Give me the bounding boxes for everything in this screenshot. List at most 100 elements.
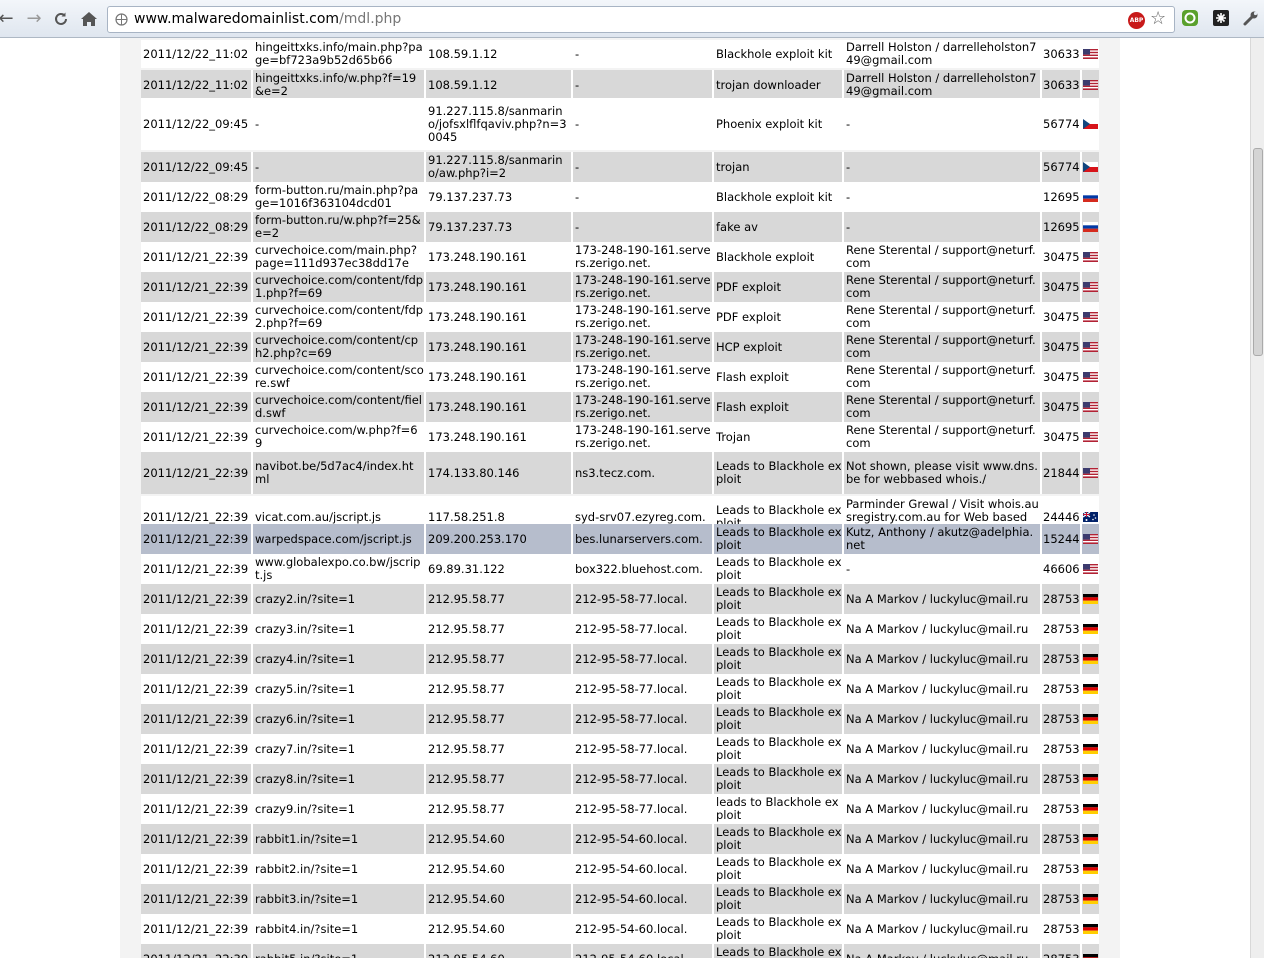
domain-cell: crazy3.in/?site=1 [253, 614, 426, 644]
registrant-cell-text: Na A Markov / luckyluc@mail.ru [846, 861, 1029, 876]
reverse-lookup-cell: box322.bluehost.com. [573, 554, 714, 584]
ip-cell-text: 212.95.54.60 [428, 952, 505, 958]
ip-cell: 212.95.58.77 [426, 704, 573, 734]
ip-cell-text: 212.95.58.77 [428, 771, 505, 786]
table-row: 2011/12/21_22:39 crazy5.in/?site=1 212.95.… [141, 674, 1099, 704]
scrollbar-thumb[interactable] [1253, 148, 1263, 356]
domain-cell: form-button.ru/w.php?f=25&e=2 [253, 212, 426, 242]
date-cell-text: 2011/12/22_11:02 [143, 46, 249, 61]
asn-cell-text: 30475 [1043, 429, 1080, 444]
address-bar[interactable]: www.malwaredomainlist.com/mdl.php ABP ☆ [107, 6, 1175, 33]
reverse-lookup-cell: 212-95-58-77.local. [573, 704, 714, 734]
url-path: /mdl.php [339, 11, 402, 27]
country-flag-icon [1082, 362, 1099, 392]
asn-cell-text: 46606 [1043, 561, 1080, 576]
description-cell: Leads to Blackhole exploit [714, 554, 844, 584]
description-cell: Trojan [714, 422, 844, 452]
country-flag-icon [1082, 302, 1099, 332]
vertical-scrollbar[interactable] [1250, 38, 1264, 958]
reverse-lookup-cell-text: - [575, 159, 580, 174]
reverse-lookup-cell: 173-248-190-161.servers.zerigo.net. [573, 422, 714, 452]
extension-puzzle-icon[interactable] [1211, 8, 1231, 28]
reverse-lookup-cell: 212-95-54-60.local. [573, 884, 714, 914]
reverse-lookup-cell-text: box322.bluehost.com. [575, 561, 703, 576]
domain-cell: warpedspace.com/jscript.js [253, 524, 426, 554]
registrant-cell-text: Rene Sterental / support@neturf.com [846, 333, 1036, 360]
asn-cell-text: 12695 [1043, 219, 1080, 234]
date-cell-text: 2011/12/21_22:39 [143, 651, 249, 666]
date-cell-text: 2011/12/21_22:39 [143, 891, 249, 906]
registrant-cell: Na A Markov / luckyluc@mail.ru [844, 914, 1042, 944]
ip-cell-text: 212.95.54.60 [428, 921, 505, 936]
ip-cell-text: 91.227.115.8/sanmarino/jofsxlflfqaviv.ph… [428, 103, 567, 144]
reverse-lookup-cell-text: 173-248-190-161.servers.zerigo.net. [575, 303, 711, 330]
description-cell-text: Leads to Blackhole exploit [716, 885, 842, 912]
table-row: 2011/12/21_22:39 rabbit5.in/?site=1 212.95… [141, 944, 1099, 958]
ip-cell-text: 108.59.1.12 [428, 46, 498, 61]
domain-cell-text: hingeittxks.info/main.php?page=bf723a9b5… [255, 40, 423, 67]
date-cell-text: 2011/12/22_08:29 [143, 189, 249, 204]
registrant-cell: Na A Markov / luckyluc@mail.ru [844, 884, 1042, 914]
domain-cell-text: curvechoice.com/main.php?page=111d937ec3… [255, 243, 417, 270]
description-cell: Leads to Blackhole exploit [714, 824, 844, 854]
registrant-cell: Na A Markov / luckyluc@mail.ru [844, 944, 1042, 958]
asn-cell-text: 30475 [1043, 249, 1080, 264]
asn-cell-text: 28753 [1043, 621, 1080, 636]
back-icon[interactable]: ← [0, 6, 18, 32]
registrant-cell: Kutz, Anthony / akutz@adelphia.net [844, 524, 1042, 554]
date-cell-text: 2011/12/21_22:39 [143, 249, 249, 264]
wrench-menu-icon[interactable] [1241, 8, 1261, 28]
domain-cell: crazy2.in/?site=1 [253, 584, 426, 614]
table-row: 2011/12/22_08:29 form-button.ru/main.php?… [141, 182, 1099, 212]
date-cell: 2011/12/21_22:39 [141, 302, 253, 332]
ip-cell-text: 69.89.31.122 [428, 561, 505, 576]
domain-cell-text: form-button.ru/w.php?f=25&e=2 [255, 213, 421, 240]
asn-cell: 56774 [1042, 152, 1082, 182]
bookmark-star-icon[interactable]: ☆ [1150, 8, 1166, 29]
date-cell: 2011/12/21_22:39 [141, 824, 253, 854]
ip-cell: 173.248.190.161 [426, 362, 573, 392]
registrant-cell-text: Na A Markov / luckyluc@mail.ru [846, 952, 1028, 958]
ip-cell: 212.95.58.77 [426, 614, 573, 644]
table-row: 2011/12/21_22:39 curvechoice.com/content/… [141, 302, 1099, 332]
url-text: www.malwaredomainlist.com/mdl.php [134, 7, 401, 32]
ip-cell-text: 212.95.58.77 [428, 651, 505, 666]
table-row: 2011/12/21_22:39 crazy8.in/?site=1 212.95.… [141, 764, 1099, 794]
description-cell: Leads to Blackhole exploit [714, 704, 844, 734]
asn-cell: 30475 [1042, 242, 1082, 272]
date-cell: 2011/12/21_22:39 [141, 734, 253, 764]
country-flag-icon [1082, 824, 1099, 854]
country-flag-icon [1082, 182, 1099, 212]
table-row: 2011/12/22_11:02 hingeittxks.info/main.ph… [141, 40, 1099, 68]
asn-cell: 12695 [1042, 212, 1082, 242]
date-cell-text: 2011/12/22_09:45 [143, 116, 249, 131]
registrant-cell-text: Rene Sterental / support@neturf.com [846, 243, 1036, 270]
reverse-lookup-cell-text: 212-95-54-60.local. [575, 861, 688, 876]
date-cell-text: 2011/12/21_22:39 [143, 952, 248, 958]
description-cell-text: Leads to Blackhole exploit [716, 945, 842, 958]
reverse-lookup-cell-text: - [575, 77, 580, 92]
asn-cell: 15244 [1042, 524, 1082, 554]
date-cell-text: 2011/12/21_22:39 [143, 465, 249, 480]
table-row: 2011/12/21_22:39 crazy6.in/?site=1 212.95.… [141, 704, 1099, 734]
description-cell-text: Leads to Blackhole exploit [716, 735, 842, 762]
forward-icon[interactable]: → [22, 6, 46, 32]
adblock-icon[interactable]: ABP [1128, 12, 1145, 29]
table-row: 2011/12/21_22:39 curvechoice.com/content/… [141, 362, 1099, 392]
asn-cell-text: 28753 [1043, 861, 1080, 876]
domain-cell: rabbit1.in/?site=1 [253, 824, 426, 854]
reverse-lookup-cell: - [573, 70, 714, 100]
extension-refresh-icon[interactable] [1180, 8, 1200, 28]
date-cell-text: 2011/12/21_22:39 [143, 681, 249, 696]
asn-cell: 12695 [1042, 182, 1082, 212]
reload-icon[interactable] [49, 6, 73, 32]
home-icon[interactable] [77, 6, 101, 32]
reverse-lookup-cell-text: - [575, 189, 580, 204]
ip-cell: 212.95.58.77 [426, 674, 573, 704]
reverse-lookup-cell-text: 212-95-54-60.local. [575, 891, 688, 906]
registrant-cell-text: Na A Markov / luckyluc@mail.ru [846, 711, 1029, 726]
ip-cell-text: 79.137.237.73 [428, 189, 513, 204]
reverse-lookup-cell: - [573, 212, 714, 242]
reverse-lookup-cell: 212-95-58-77.local. [573, 764, 714, 794]
date-cell: 2011/12/21_22:39 [141, 332, 253, 362]
